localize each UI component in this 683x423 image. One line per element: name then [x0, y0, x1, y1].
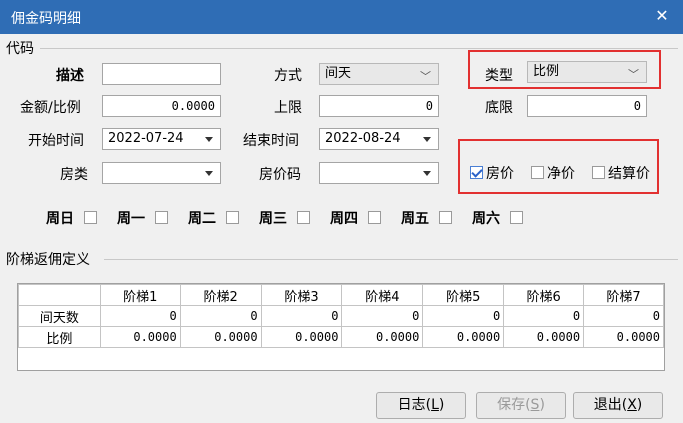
table-row: 间天数 0 0 0 0 0 0 0 — [18, 305, 664, 327]
tier-cell[interactable]: 0 — [179, 305, 262, 327]
save-button-tail: ) — [539, 397, 545, 413]
exit-button-tail: ) — [636, 397, 643, 413]
save-button[interactable]: 保存(S) — [476, 392, 566, 419]
amount-input[interactable]: 0.0000 — [102, 95, 221, 117]
weekday-mon-label: 周一 — [117, 211, 145, 227]
save-button-label: 保存( — [497, 397, 531, 413]
weekday-mon-checkbox[interactable] — [155, 211, 168, 224]
end-date-picker[interactable]: 2022-08-24 — [319, 128, 439, 150]
tier-row-ratio-header: 比例 — [18, 326, 101, 348]
desc-label: 描述 — [56, 68, 84, 84]
rate-code-label: 房价码 — [259, 167, 301, 183]
weekday-sun-label: 周日 — [46, 211, 74, 227]
weekday-sat-label: 周六 — [472, 211, 500, 227]
lower-label: 底限 — [485, 100, 513, 116]
log-button-tail: ) — [438, 397, 445, 413]
rate-code-select[interactable] — [319, 162, 439, 184]
weekday-thu-label: 周四 — [330, 211, 358, 227]
lower-input[interactable]: 0 — [527, 95, 647, 117]
table-row: 比例 0.0000 0.0000 0.0000 0.0000 0.0000 0.… — [18, 326, 664, 348]
start-date-picker[interactable]: 2022-07-24 — [102, 128, 221, 150]
log-button-mnemonic: L — [431, 397, 439, 413]
tier-header-corner — [18, 284, 101, 306]
end-date-value: 2022-08-24 — [325, 131, 401, 146]
tier-cell[interactable]: 0 — [503, 305, 585, 327]
type-select[interactable]: 比例 ﹀ — [527, 61, 647, 83]
tier-header-7: 阶梯7 — [583, 284, 664, 306]
dropdown-arrow-icon — [423, 137, 431, 142]
room-price-label: 房价 — [486, 166, 514, 182]
mode-label: 方式 — [274, 68, 302, 84]
weekday-wed-checkbox[interactable] — [297, 211, 310, 224]
desc-input[interactable] — [102, 63, 221, 85]
window-title: 佣金码明细 — [11, 11, 81, 27]
type-label: 类型 — [485, 68, 513, 84]
log-button-label: 日志( — [397, 397, 432, 413]
tier-cell[interactable]: 0.0000 — [583, 326, 664, 348]
tier-header-6: 阶梯6 — [503, 284, 585, 306]
weekday-wed-label: 周三 — [259, 211, 287, 227]
chevron-down-icon: ﹀ — [420, 70, 431, 83]
weekday-sat-checkbox[interactable] — [510, 211, 523, 224]
weekday-sun-checkbox[interactable] — [84, 211, 97, 224]
section-code-label: 代码 — [6, 41, 34, 57]
start-date-label: 开始时间 — [28, 133, 84, 149]
weekday-fri-checkbox[interactable] — [439, 211, 452, 224]
room-type-label: 房类 — [60, 167, 88, 183]
type-value: 比例 — [533, 64, 560, 79]
tier-cell[interactable]: 0 — [422, 305, 505, 327]
weekday-thu-checkbox[interactable] — [368, 211, 381, 224]
tier-cell[interactable]: 0.0000 — [422, 326, 505, 348]
tier-cell[interactable]: 0.0000 — [99, 326, 181, 348]
tier-cell[interactable]: 0 — [583, 305, 664, 327]
amount-label: 金额/比例 — [20, 100, 81, 116]
weekday-tue-checkbox[interactable] — [226, 211, 239, 224]
tier-cell[interactable]: 0 — [341, 305, 424, 327]
tier-cell[interactable]: 0 — [260, 305, 343, 327]
exit-button-label: 退出( — [593, 397, 628, 413]
tier-cell[interactable]: 0.0000 — [503, 326, 585, 348]
dropdown-arrow-icon — [205, 137, 213, 142]
mode-select[interactable]: 间天 ﹀ — [319, 63, 439, 85]
weekday-fri-label: 周五 — [401, 211, 429, 227]
section-divider — [104, 259, 678, 260]
section-tier-label: 阶梯返佣定义 — [6, 252, 90, 268]
dropdown-arrow-icon — [423, 171, 431, 176]
close-icon[interactable]: ✕ — [653, 7, 671, 25]
start-date-value: 2022-07-24 — [108, 131, 184, 146]
tier-cell[interactable]: 0 — [99, 305, 181, 327]
dropdown-arrow-icon — [205, 171, 213, 176]
commission-code-dialog: 佣金码明细 ✕ 代码 描述 方式 间天 ﹀ 类型 比例 ﹀ 金额/比例 0.00… — [0, 0, 683, 423]
end-date-label: 结束时间 — [243, 133, 299, 149]
net-price-label: 净价 — [547, 166, 575, 182]
tier-header-5: 阶梯5 — [422, 284, 505, 306]
tier-cell[interactable]: 0.0000 — [341, 326, 424, 348]
tier-header-3: 阶梯3 — [260, 284, 343, 306]
tier-cell[interactable]: 0.0000 — [260, 326, 343, 348]
tier-header-2: 阶梯2 — [179, 284, 262, 306]
tier-cell[interactable]: 0.0000 — [179, 326, 262, 348]
title-bar: 佣金码明细 ✕ — [0, 0, 683, 34]
log-button[interactable]: 日志(L) — [376, 392, 466, 419]
mode-value: 间天 — [325, 66, 352, 81]
upper-input[interactable]: 0 — [319, 95, 439, 117]
tier-table: 阶梯1 阶梯2 阶梯3 阶梯4 阶梯5 阶梯6 阶梯7 间天数 0 0 0 0 … — [18, 284, 664, 348]
tier-row-days-header: 间天数 — [18, 305, 101, 327]
chevron-down-icon: ﹀ — [628, 68, 639, 81]
tier-header-1: 阶梯1 — [99, 284, 181, 306]
room-price-checkbox[interactable] — [470, 166, 483, 179]
settlement-price-checkbox[interactable] — [592, 166, 605, 179]
section-divider — [40, 48, 678, 49]
exit-button-mnemonic: X — [627, 397, 637, 413]
exit-button[interactable]: 退出(X) — [573, 392, 663, 419]
tier-header-row: 阶梯1 阶梯2 阶梯3 阶梯4 阶梯5 阶梯6 阶梯7 — [18, 284, 664, 306]
tier-grid[interactable]: 阶梯1 阶梯2 阶梯3 阶梯4 阶梯5 阶梯6 阶梯7 间天数 0 0 0 0 … — [17, 283, 665, 371]
net-price-checkbox[interactable] — [531, 166, 544, 179]
upper-label: 上限 — [274, 100, 302, 116]
room-type-select[interactable] — [102, 162, 221, 184]
weekday-tue-label: 周二 — [188, 211, 216, 227]
tier-header-4: 阶梯4 — [341, 284, 424, 306]
settlement-price-label: 结算价 — [608, 166, 650, 182]
